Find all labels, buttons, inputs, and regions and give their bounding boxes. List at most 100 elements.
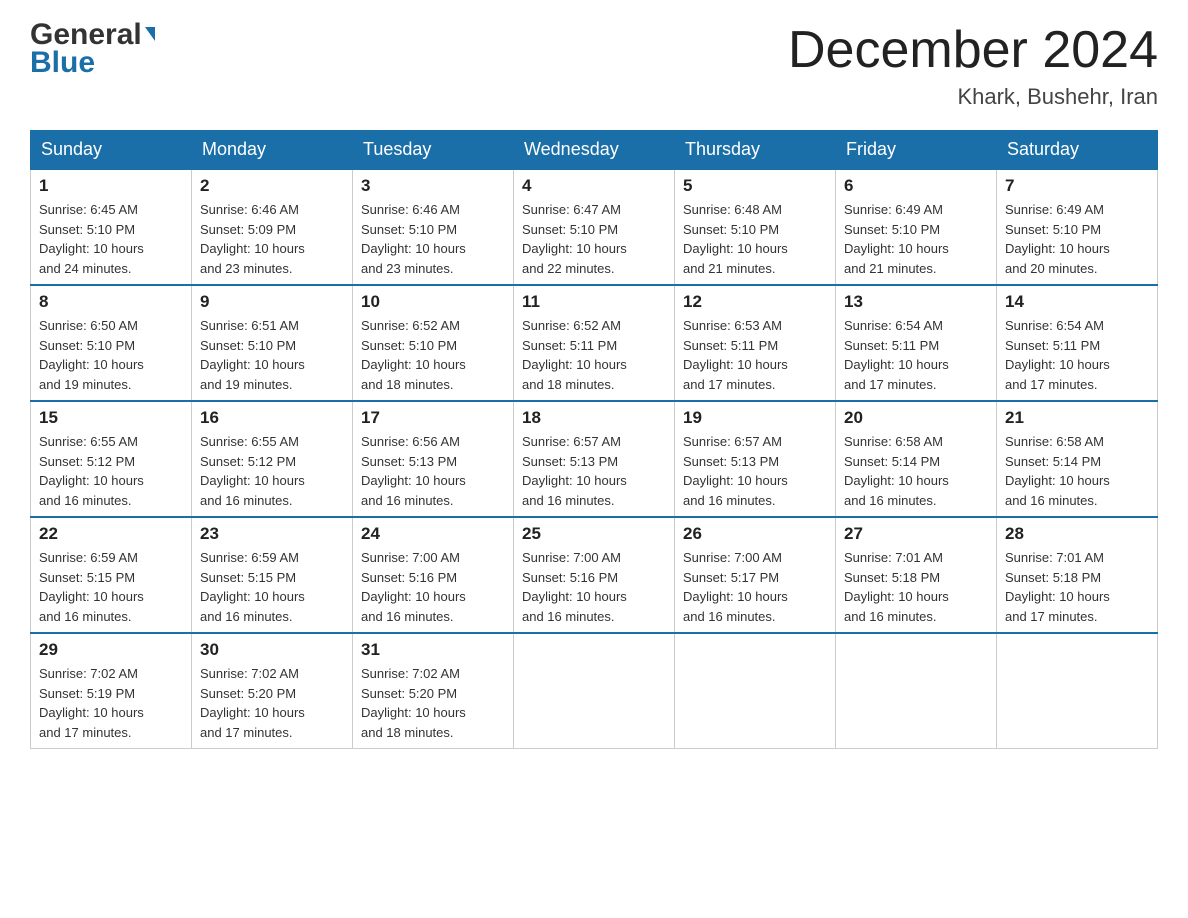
calendar-cell: 20 Sunrise: 6:58 AM Sunset: 5:14 PM Dayl… [836, 401, 997, 517]
day-info: Sunrise: 6:49 AM Sunset: 5:10 PM Dayligh… [844, 200, 988, 278]
day-number: 26 [683, 524, 827, 544]
day-info: Sunrise: 7:01 AM Sunset: 5:18 PM Dayligh… [844, 548, 988, 626]
calendar-cell: 15 Sunrise: 6:55 AM Sunset: 5:12 PM Dayl… [31, 401, 192, 517]
day-number: 4 [522, 176, 666, 196]
calendar-cell: 22 Sunrise: 6:59 AM Sunset: 5:15 PM Dayl… [31, 517, 192, 633]
day-info: Sunrise: 6:59 AM Sunset: 5:15 PM Dayligh… [39, 548, 183, 626]
calendar-header-row: SundayMondayTuesdayWednesdayThursdayFrid… [31, 131, 1158, 170]
day-number: 14 [1005, 292, 1149, 312]
day-info: Sunrise: 6:46 AM Sunset: 5:10 PM Dayligh… [361, 200, 505, 278]
day-number: 23 [200, 524, 344, 544]
col-header-monday: Monday [192, 131, 353, 170]
calendar-cell: 3 Sunrise: 6:46 AM Sunset: 5:10 PM Dayli… [353, 169, 514, 285]
col-header-wednesday: Wednesday [514, 131, 675, 170]
calendar-cell: 24 Sunrise: 7:00 AM Sunset: 5:16 PM Dayl… [353, 517, 514, 633]
calendar-cell [836, 633, 997, 749]
day-number: 21 [1005, 408, 1149, 428]
day-number: 11 [522, 292, 666, 312]
calendar-cell: 18 Sunrise: 6:57 AM Sunset: 5:13 PM Dayl… [514, 401, 675, 517]
calendar-cell: 30 Sunrise: 7:02 AM Sunset: 5:20 PM Dayl… [192, 633, 353, 749]
month-title: December 2024 [788, 20, 1158, 80]
calendar-cell: 19 Sunrise: 6:57 AM Sunset: 5:13 PM Dayl… [675, 401, 836, 517]
calendar-cell: 16 Sunrise: 6:55 AM Sunset: 5:12 PM Dayl… [192, 401, 353, 517]
calendar-cell: 29 Sunrise: 7:02 AM Sunset: 5:19 PM Dayl… [31, 633, 192, 749]
calendar-cell: 25 Sunrise: 7:00 AM Sunset: 5:16 PM Dayl… [514, 517, 675, 633]
calendar-cell: 9 Sunrise: 6:51 AM Sunset: 5:10 PM Dayli… [192, 285, 353, 401]
day-info: Sunrise: 6:46 AM Sunset: 5:09 PM Dayligh… [200, 200, 344, 278]
day-info: Sunrise: 6:51 AM Sunset: 5:10 PM Dayligh… [200, 316, 344, 394]
day-number: 30 [200, 640, 344, 660]
logo-blue-text: Blue [30, 48, 95, 78]
day-info: Sunrise: 6:49 AM Sunset: 5:10 PM Dayligh… [1005, 200, 1149, 278]
calendar-cell: 17 Sunrise: 6:56 AM Sunset: 5:13 PM Dayl… [353, 401, 514, 517]
day-number: 6 [844, 176, 988, 196]
day-info: Sunrise: 6:57 AM Sunset: 5:13 PM Dayligh… [522, 432, 666, 510]
calendar-cell: 11 Sunrise: 6:52 AM Sunset: 5:11 PM Dayl… [514, 285, 675, 401]
day-number: 29 [39, 640, 183, 660]
calendar-cell: 5 Sunrise: 6:48 AM Sunset: 5:10 PM Dayli… [675, 169, 836, 285]
calendar-week-row: 29 Sunrise: 7:02 AM Sunset: 5:19 PM Dayl… [31, 633, 1158, 749]
day-number: 20 [844, 408, 988, 428]
calendar-cell: 10 Sunrise: 6:52 AM Sunset: 5:10 PM Dayl… [353, 285, 514, 401]
calendar-cell: 31 Sunrise: 7:02 AM Sunset: 5:20 PM Dayl… [353, 633, 514, 749]
day-info: Sunrise: 7:02 AM Sunset: 5:20 PM Dayligh… [361, 664, 505, 742]
day-number: 15 [39, 408, 183, 428]
col-header-sunday: Sunday [31, 131, 192, 170]
calendar-week-row: 15 Sunrise: 6:55 AM Sunset: 5:12 PM Dayl… [31, 401, 1158, 517]
day-info: Sunrise: 6:47 AM Sunset: 5:10 PM Dayligh… [522, 200, 666, 278]
location-text: Khark, Bushehr, Iran [788, 84, 1158, 110]
day-info: Sunrise: 6:54 AM Sunset: 5:11 PM Dayligh… [844, 316, 988, 394]
calendar-week-row: 8 Sunrise: 6:50 AM Sunset: 5:10 PM Dayli… [31, 285, 1158, 401]
day-number: 7 [1005, 176, 1149, 196]
day-number: 2 [200, 176, 344, 196]
calendar-cell: 14 Sunrise: 6:54 AM Sunset: 5:11 PM Dayl… [997, 285, 1158, 401]
day-number: 25 [522, 524, 666, 544]
calendar-cell: 8 Sunrise: 6:50 AM Sunset: 5:10 PM Dayli… [31, 285, 192, 401]
day-info: Sunrise: 7:00 AM Sunset: 5:16 PM Dayligh… [522, 548, 666, 626]
day-number: 19 [683, 408, 827, 428]
day-number: 9 [200, 292, 344, 312]
calendar-cell: 21 Sunrise: 6:58 AM Sunset: 5:14 PM Dayl… [997, 401, 1158, 517]
day-number: 5 [683, 176, 827, 196]
calendar-cell: 12 Sunrise: 6:53 AM Sunset: 5:11 PM Dayl… [675, 285, 836, 401]
day-info: Sunrise: 6:58 AM Sunset: 5:14 PM Dayligh… [844, 432, 988, 510]
calendar-cell: 6 Sunrise: 6:49 AM Sunset: 5:10 PM Dayli… [836, 169, 997, 285]
day-number: 8 [39, 292, 183, 312]
day-info: Sunrise: 7:02 AM Sunset: 5:19 PM Dayligh… [39, 664, 183, 742]
day-info: Sunrise: 7:01 AM Sunset: 5:18 PM Dayligh… [1005, 548, 1149, 626]
day-number: 17 [361, 408, 505, 428]
day-info: Sunrise: 6:54 AM Sunset: 5:11 PM Dayligh… [1005, 316, 1149, 394]
day-info: Sunrise: 6:56 AM Sunset: 5:13 PM Dayligh… [361, 432, 505, 510]
day-info: Sunrise: 7:02 AM Sunset: 5:20 PM Dayligh… [200, 664, 344, 742]
calendar-week-row: 22 Sunrise: 6:59 AM Sunset: 5:15 PM Dayl… [31, 517, 1158, 633]
day-info: Sunrise: 6:58 AM Sunset: 5:14 PM Dayligh… [1005, 432, 1149, 510]
day-number: 12 [683, 292, 827, 312]
page-header: General Blue December 2024 Khark, Busheh… [30, 20, 1158, 110]
day-number: 24 [361, 524, 505, 544]
day-info: Sunrise: 6:55 AM Sunset: 5:12 PM Dayligh… [39, 432, 183, 510]
day-number: 16 [200, 408, 344, 428]
day-number: 1 [39, 176, 183, 196]
day-number: 10 [361, 292, 505, 312]
calendar-cell: 26 Sunrise: 7:00 AM Sunset: 5:17 PM Dayl… [675, 517, 836, 633]
calendar-cell: 7 Sunrise: 6:49 AM Sunset: 5:10 PM Dayli… [997, 169, 1158, 285]
day-number: 3 [361, 176, 505, 196]
calendar-table: SundayMondayTuesdayWednesdayThursdayFrid… [30, 130, 1158, 749]
calendar-cell: 4 Sunrise: 6:47 AM Sunset: 5:10 PM Dayli… [514, 169, 675, 285]
calendar-cell: 28 Sunrise: 7:01 AM Sunset: 5:18 PM Dayl… [997, 517, 1158, 633]
day-info: Sunrise: 6:57 AM Sunset: 5:13 PM Dayligh… [683, 432, 827, 510]
day-info: Sunrise: 6:53 AM Sunset: 5:11 PM Dayligh… [683, 316, 827, 394]
day-number: 22 [39, 524, 183, 544]
day-info: Sunrise: 7:00 AM Sunset: 5:16 PM Dayligh… [361, 548, 505, 626]
day-info: Sunrise: 7:00 AM Sunset: 5:17 PM Dayligh… [683, 548, 827, 626]
day-info: Sunrise: 6:59 AM Sunset: 5:15 PM Dayligh… [200, 548, 344, 626]
day-info: Sunrise: 6:48 AM Sunset: 5:10 PM Dayligh… [683, 200, 827, 278]
calendar-cell: 1 Sunrise: 6:45 AM Sunset: 5:10 PM Dayli… [31, 169, 192, 285]
logo: General Blue [30, 20, 155, 78]
calendar-week-row: 1 Sunrise: 6:45 AM Sunset: 5:10 PM Dayli… [31, 169, 1158, 285]
day-info: Sunrise: 6:55 AM Sunset: 5:12 PM Dayligh… [200, 432, 344, 510]
day-info: Sunrise: 6:52 AM Sunset: 5:10 PM Dayligh… [361, 316, 505, 394]
calendar-cell [997, 633, 1158, 749]
day-info: Sunrise: 6:45 AM Sunset: 5:10 PM Dayligh… [39, 200, 183, 278]
calendar-cell: 23 Sunrise: 6:59 AM Sunset: 5:15 PM Dayl… [192, 517, 353, 633]
